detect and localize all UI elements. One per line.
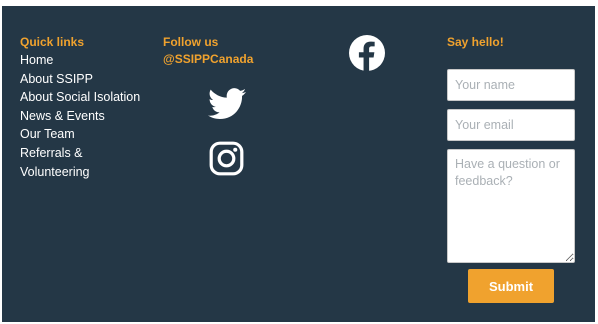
quick-links-heading: Quick links [20, 35, 85, 49]
contact-heading: Say hello! [447, 35, 504, 49]
quick-links-list: Home About SSIPP About Social Isolation … [20, 51, 140, 181]
social-handle[interactable]: @SSIPPCanada [163, 51, 253, 68]
name-input[interactable] [447, 69, 575, 101]
quick-link-home[interactable]: Home [20, 51, 140, 70]
site-footer: Quick links Home About SSIPP About Socia… [2, 6, 595, 322]
quick-link-news-events[interactable]: News & Events [20, 107, 140, 126]
quick-link-volunteering[interactable]: Volunteering [20, 163, 140, 182]
instagram-icon[interactable] [209, 141, 244, 176]
quick-link-about-social-isolation[interactable]: About Social Isolation [20, 88, 140, 107]
quick-link-our-team[interactable]: Our Team [20, 125, 140, 144]
message-textarea[interactable] [447, 149, 575, 263]
quick-links-section: Quick links Home About SSIPP About Socia… [20, 34, 140, 181]
twitter-icon[interactable] [208, 88, 246, 120]
follow-us-heading: Follow us [163, 35, 219, 49]
follow-us-section: Follow us @SSIPPCanada [163, 34, 253, 68]
submit-button[interactable]: Submit [468, 269, 554, 303]
quick-link-referrals[interactable]: Referrals & [20, 144, 140, 163]
email-input[interactable] [447, 109, 575, 141]
quick-link-about-ssipp[interactable]: About SSIPP [20, 70, 140, 89]
facebook-icon[interactable] [349, 35, 385, 71]
